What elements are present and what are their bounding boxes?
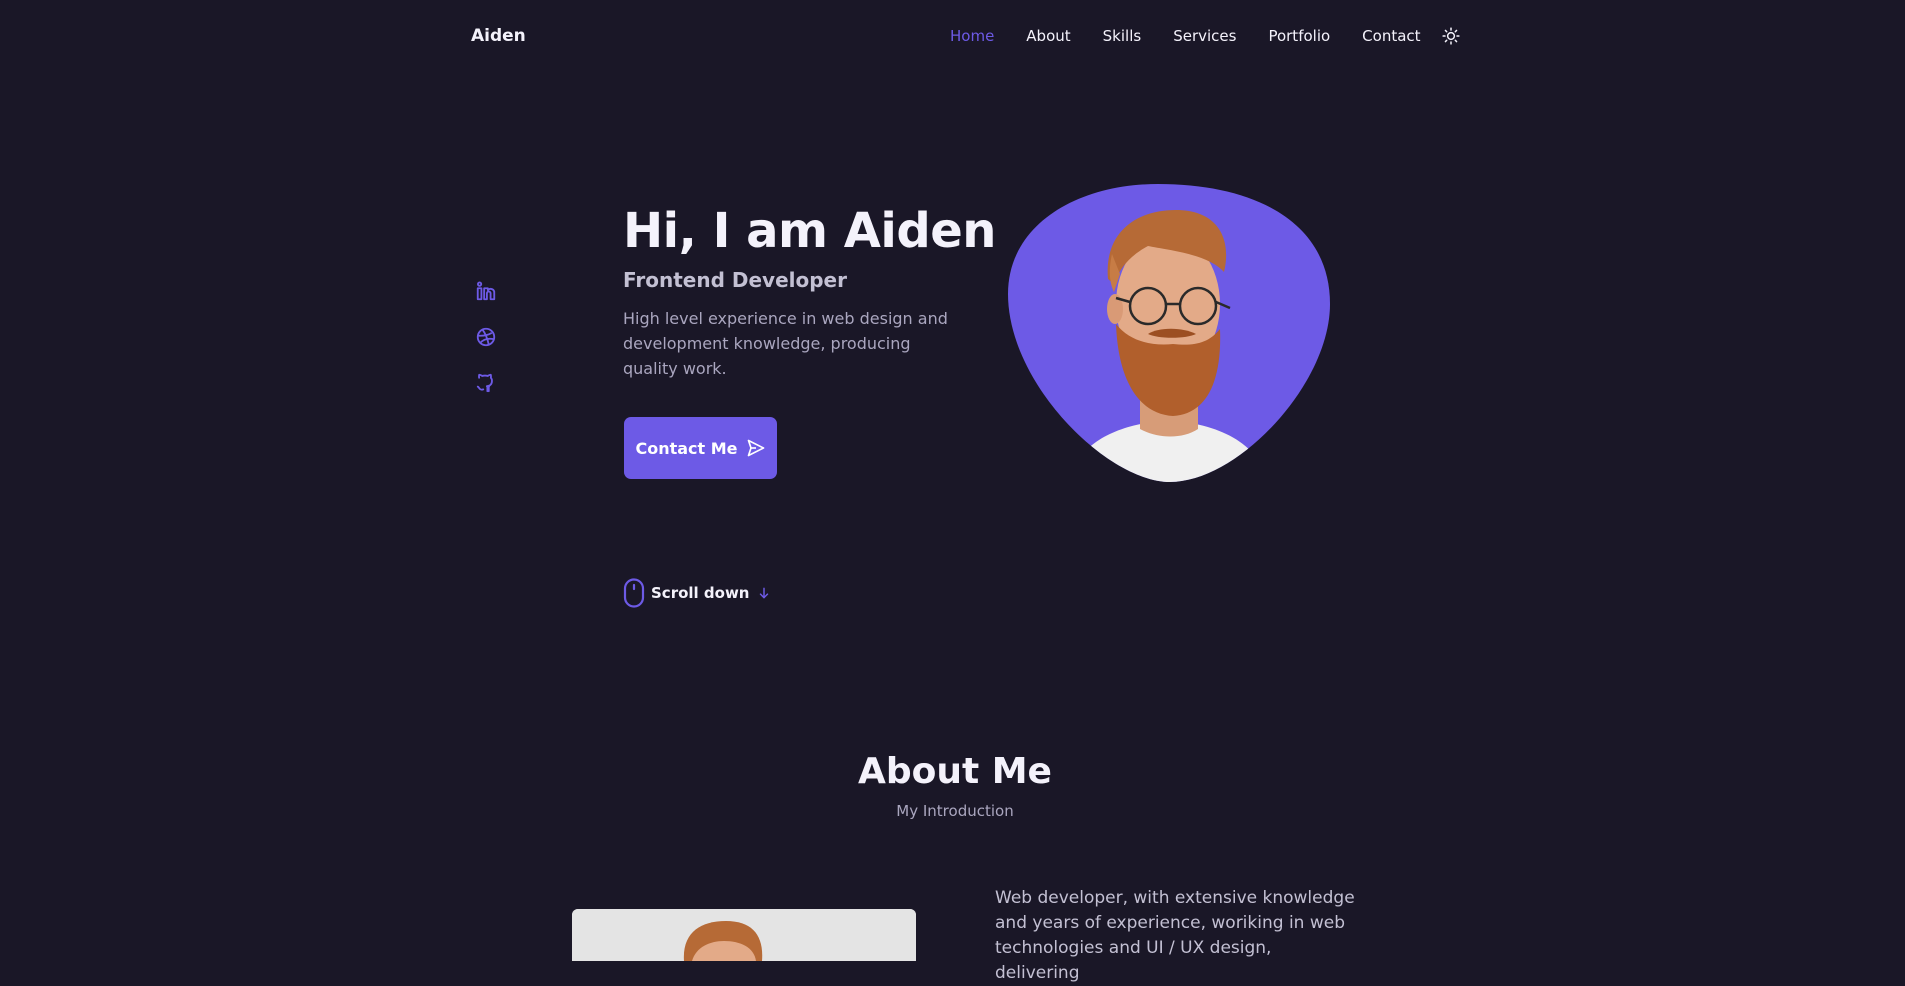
about-subtitle: My Introduction bbox=[896, 802, 1014, 820]
contact-me-button[interactable]: Contact Me bbox=[624, 417, 777, 479]
hero-image bbox=[1008, 184, 1330, 482]
hero-description: High level experience in web design and … bbox=[623, 309, 948, 378]
linkedin-icon bbox=[476, 281, 496, 301]
nav-contact[interactable]: Contact bbox=[1362, 25, 1420, 47]
about-description: Web developer, with extensive knowledge … bbox=[995, 888, 1355, 983]
header: Aiden Home About Skills Services Portfol… bbox=[0, 0, 1905, 72]
nav-services[interactable]: Services bbox=[1173, 25, 1236, 47]
dribbble-link[interactable] bbox=[475, 326, 497, 348]
hero-title: Hi, I am Aiden bbox=[623, 203, 996, 259]
nav-home[interactable]: Home bbox=[950, 25, 994, 47]
social-links bbox=[475, 280, 497, 418]
nav-skills[interactable]: Skills bbox=[1103, 25, 1142, 47]
github-link[interactable] bbox=[475, 372, 497, 394]
contact-me-label: Contact Me bbox=[635, 438, 738, 458]
nav-about[interactable]: About bbox=[1026, 25, 1070, 47]
arrow-down-icon bbox=[760, 587, 769, 599]
scroll-down-label: Scroll down bbox=[651, 584, 750, 602]
mouse-icon bbox=[623, 578, 645, 608]
hero-text: Hi, I am Aiden Frontend Developer High l… bbox=[623, 200, 996, 381]
nav-portfolio[interactable]: Portfolio bbox=[1268, 25, 1330, 47]
scroll-down-link[interactable]: Scroll down bbox=[623, 578, 771, 608]
sun-icon bbox=[1441, 27, 1460, 45]
github-icon bbox=[476, 373, 493, 393]
send-icon bbox=[747, 439, 764, 457]
about-image bbox=[572, 909, 916, 961]
about-title: About Me bbox=[858, 751, 1052, 792]
linkedin-link[interactable] bbox=[475, 280, 497, 302]
dribbble-icon bbox=[476, 327, 496, 347]
theme-toggle-button[interactable] bbox=[1441, 26, 1461, 46]
hero-subtitle: Frontend Developer bbox=[623, 268, 847, 292]
main-nav: Home About Skills Services Portfolio Con… bbox=[950, 25, 1461, 47]
logo[interactable]: Aiden bbox=[471, 25, 526, 47]
